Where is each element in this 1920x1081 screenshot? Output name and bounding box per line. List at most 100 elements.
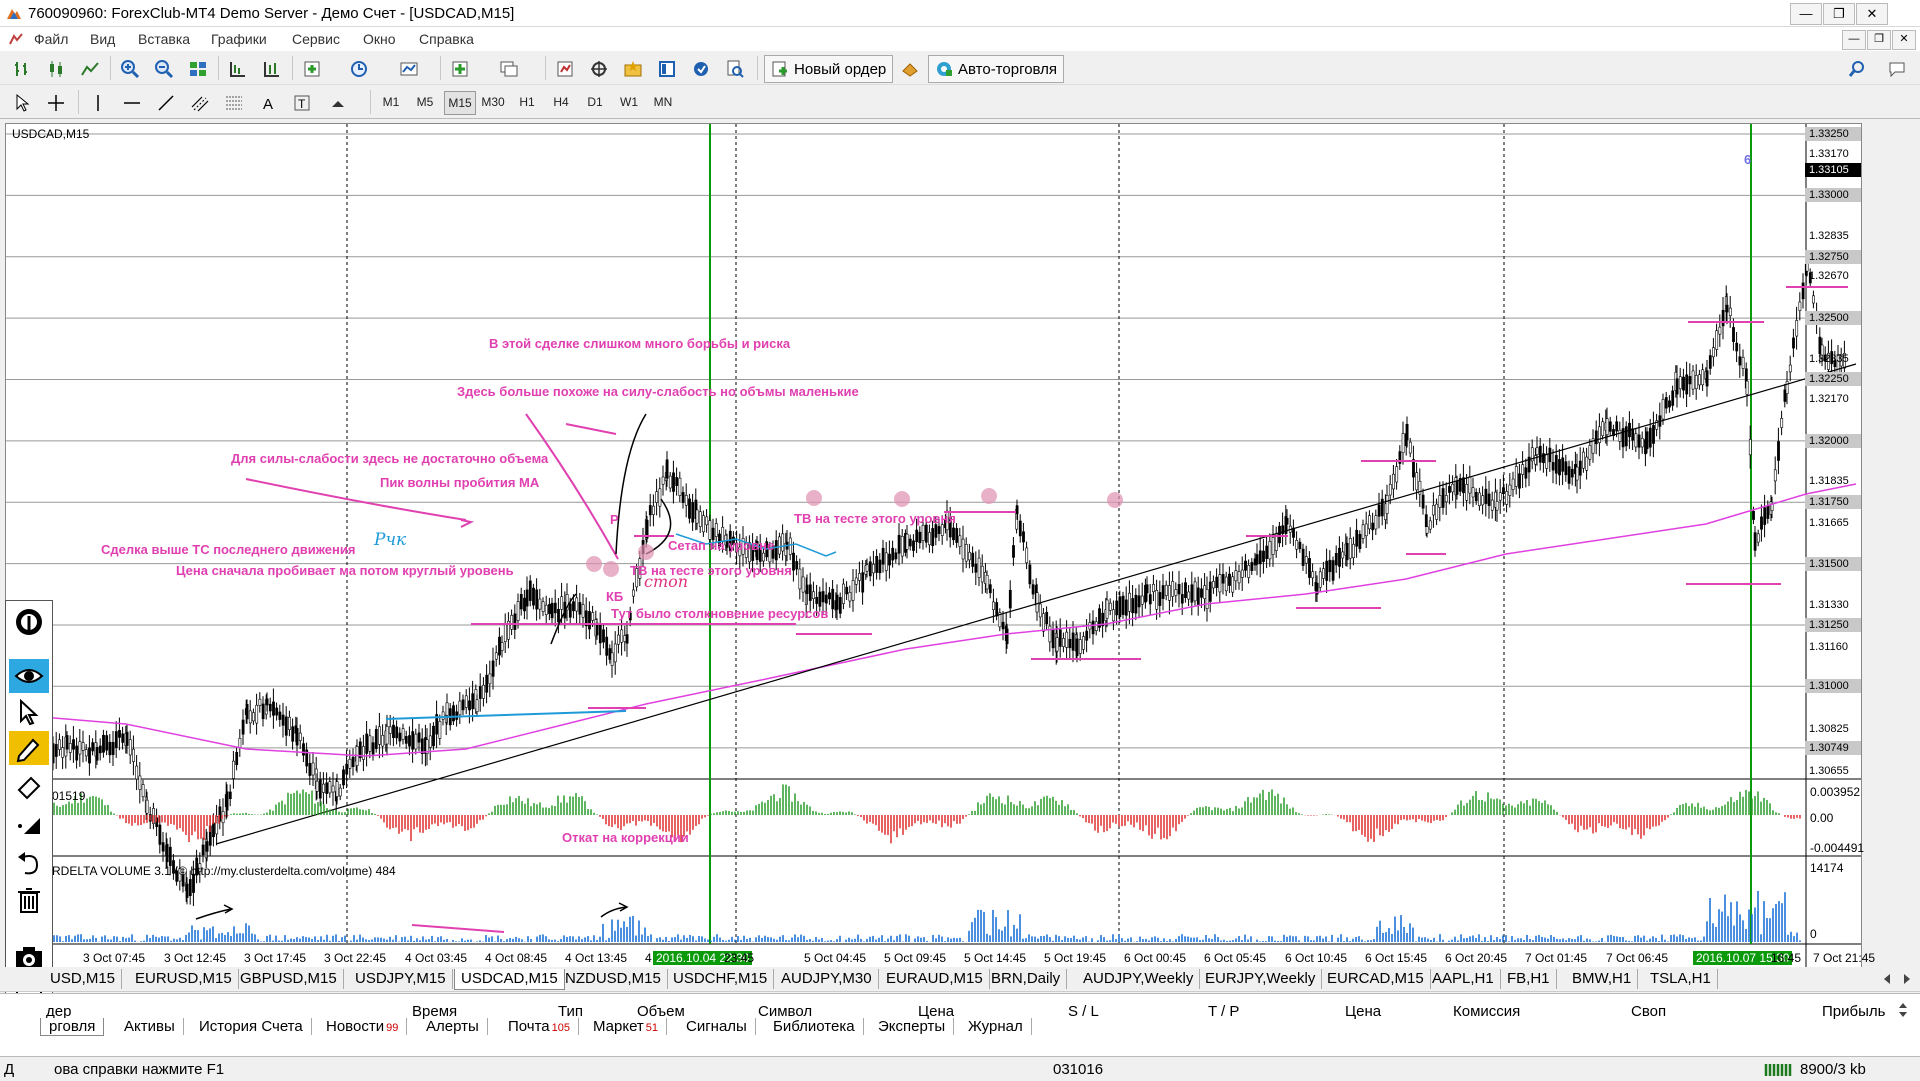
close-button[interactable]: ✕ xyxy=(1856,3,1888,25)
candle-body xyxy=(1631,428,1635,441)
tf-d1[interactable]: D1 xyxy=(580,91,610,113)
symbol-tab[interactable]: AUDJPY,Weekly xyxy=(1077,969,1201,989)
symbol-tab[interactable]: NZDUSD,M15 xyxy=(559,969,668,989)
zoom-out-button[interactable] xyxy=(150,56,178,82)
tf-m30[interactable]: M30 xyxy=(478,91,508,113)
terminal-tab[interactable]: Журнал xyxy=(960,1018,1032,1035)
navigator-button[interactable] xyxy=(619,56,647,82)
terminal-tab[interactable]: Сигналы xyxy=(678,1018,756,1035)
menu-tools[interactable]: Сервис xyxy=(292,31,340,47)
tf-m5[interactable]: M5 xyxy=(410,91,440,113)
restore-button[interactable]: ❐ xyxy=(1823,3,1855,25)
bar-chart-button[interactable] xyxy=(8,56,36,82)
symbol-tab[interactable]: USD,M15 xyxy=(44,969,123,989)
symbol-tab[interactable]: AAPL,H1 xyxy=(1426,969,1501,989)
menu-window[interactable]: Окно xyxy=(363,31,396,47)
mdi-close-button[interactable]: ✕ xyxy=(1892,30,1916,50)
templates-button[interactable] xyxy=(395,56,423,82)
terminal-tab[interactable]: Эксперты xyxy=(870,1018,955,1035)
mdi-restore-button[interactable]: ❐ xyxy=(1867,30,1891,50)
symbol-tab[interactable]: BMW,H1 xyxy=(1566,969,1639,989)
symbol-tab[interactable]: TSLA,H1 xyxy=(1644,969,1718,989)
menu-insert[interactable]: Вставка xyxy=(138,31,190,47)
terminal-tab[interactable]: Активы xyxy=(116,1018,184,1035)
menu-file[interactable]: Файл xyxy=(34,31,68,47)
symbol-tab[interactable]: EURUSD,M15 xyxy=(129,969,239,989)
tf-m1[interactable]: M1 xyxy=(376,91,406,113)
terminal-tab[interactable]: Маркет 51 xyxy=(585,1018,668,1035)
channel-button[interactable] xyxy=(186,90,214,116)
search-button-toolbar[interactable] xyxy=(721,56,749,82)
new-chart-button[interactable] xyxy=(446,56,474,82)
pencil-tool-button[interactable] xyxy=(9,731,49,765)
crosshair-tool-button[interactable] xyxy=(42,90,70,116)
terminal-tab[interactable]: Алерты xyxy=(418,1018,488,1035)
tab-right-arrow-icon[interactable] xyxy=(1900,972,1914,986)
terminal-tab[interactable]: История Счета xyxy=(191,1018,312,1035)
tf-h1[interactable]: H1 xyxy=(512,91,542,113)
chat-button[interactable] xyxy=(1883,56,1911,82)
auto-trading-button[interactable]: Авто-торговля xyxy=(928,55,1065,83)
terminal-button[interactable] xyxy=(653,56,681,82)
symbol-tab[interactable]: EURJPY,Weekly xyxy=(1199,969,1323,989)
symbol-tab[interactable]: EURAUD,M15 xyxy=(880,969,990,989)
vertical-line-button[interactable] xyxy=(84,90,112,116)
symbol-tab[interactable]: GBPUSD,M15 xyxy=(234,969,344,989)
terminal-tab[interactable]: Почта 105 xyxy=(500,1018,580,1035)
new-order-button[interactable]: Новый ордер xyxy=(764,55,894,83)
menu-help[interactable]: Справка xyxy=(419,31,474,47)
line-chart-button[interactable] xyxy=(76,56,104,82)
delete-drawing-button[interactable] xyxy=(9,883,49,917)
indicators-button[interactable] xyxy=(298,56,326,82)
tf-mn[interactable]: MN xyxy=(648,91,678,113)
symbol-tab[interactable]: USDCHF,M15 xyxy=(667,969,775,989)
tab-left-arrow-icon[interactable] xyxy=(1880,972,1894,986)
minimize-button[interactable]: — xyxy=(1790,3,1822,25)
metaeditor-button[interactable] xyxy=(896,56,924,82)
candle-body xyxy=(238,737,242,748)
symbol-tab[interactable]: EURCAD,M15 xyxy=(1321,969,1431,989)
symbol-tab[interactable]: AUDJPY,M30 xyxy=(775,969,879,989)
terminal-tab[interactable]: Новости 99 xyxy=(318,1018,408,1035)
chart-shift-button[interactable] xyxy=(224,56,252,82)
cursor-tool-button[interactable] xyxy=(8,90,36,116)
crosshair-nav-button[interactable] xyxy=(585,56,613,82)
periods-button[interactable] xyxy=(345,56,373,82)
candle-body xyxy=(1760,516,1763,530)
eye-toggle-button[interactable] xyxy=(9,659,49,693)
symbol-tab[interactable]: BRN,Daily xyxy=(985,969,1068,989)
terminal-tab[interactable]: рговля xyxy=(40,1018,105,1036)
mdi-minimize-button[interactable]: — xyxy=(1842,30,1866,50)
fibonacci-button[interactable] xyxy=(220,90,248,116)
trendline-button[interactable] xyxy=(152,90,180,116)
menu-view[interactable]: Вид xyxy=(90,31,115,47)
zoom-in-button[interactable] xyxy=(116,56,144,82)
tf-h4[interactable]: H4 xyxy=(546,91,576,113)
market-watch-button[interactable] xyxy=(551,56,579,82)
strategy-tester-button[interactable] xyxy=(687,56,715,82)
horizontal-line-button[interactable] xyxy=(118,90,146,116)
text-label-button[interactable]: T xyxy=(288,90,316,116)
terminal-tab[interactable]: Библиотека xyxy=(765,1018,864,1035)
symbol-tab[interactable]: USDJPY,M15 xyxy=(349,969,453,989)
tf-w1[interactable]: W1 xyxy=(614,91,644,113)
tf-m15[interactable]: M15 xyxy=(444,91,476,115)
candle-body xyxy=(291,726,295,742)
candlestick-button[interactable] xyxy=(42,56,70,82)
search-button[interactable] xyxy=(1843,56,1871,82)
symbol-tab[interactable]: FB,H1 xyxy=(1501,969,1557,989)
candle-body xyxy=(1042,613,1045,632)
tile-windows-button[interactable] xyxy=(184,56,212,82)
profiles-button[interactable] xyxy=(495,56,523,82)
symbol-tab[interactable]: USDCAD,M15 xyxy=(454,969,565,990)
auto-scroll-button[interactable] xyxy=(258,56,286,82)
chart-window[interactable]: USDCAD,M15 1.33250 1.33170 1.33105 1.33000 1… xyxy=(5,123,1875,968)
menu-charts[interactable]: Графики xyxy=(211,31,267,47)
text-tool-button[interactable]: A xyxy=(254,90,282,116)
arrows-button[interactable] xyxy=(324,90,352,116)
eraser-tool-button[interactable] xyxy=(9,769,49,803)
marker-tool-button[interactable] xyxy=(9,607,49,641)
select-tool-button[interactable] xyxy=(9,695,49,729)
brush-size-control[interactable] xyxy=(9,806,49,840)
undo-button[interactable] xyxy=(9,846,49,880)
